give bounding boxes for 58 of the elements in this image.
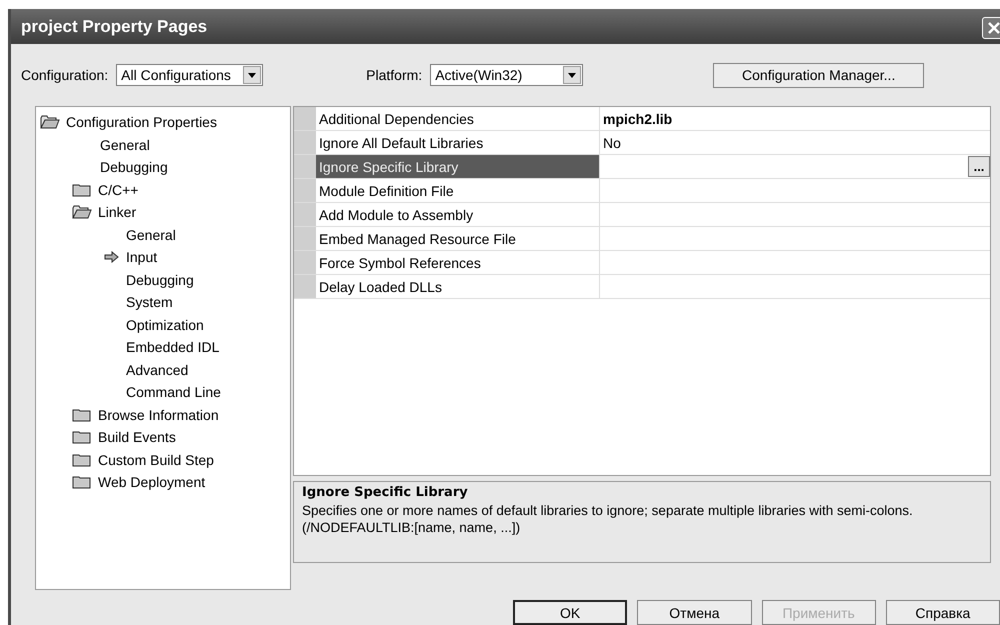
dialog-button[interactable]: OK bbox=[513, 600, 628, 625]
platform-label: Platform: bbox=[366, 67, 422, 83]
row-header[interactable] bbox=[294, 275, 316, 298]
row-header[interactable] bbox=[294, 251, 316, 274]
row-header[interactable] bbox=[294, 155, 316, 178]
tree-item[interactable]: General bbox=[100, 136, 150, 153]
property-name[interactable]: Delay Loaded DLLs bbox=[316, 275, 600, 298]
row-header[interactable] bbox=[294, 203, 316, 226]
platform-dropdown[interactable]: Active(Win32) bbox=[430, 64, 584, 86]
dialog-button[interactable]: Отмена bbox=[637, 600, 752, 625]
tree-item[interactable]: Web Deployment bbox=[98, 474, 206, 490]
row-header[interactable] bbox=[294, 179, 316, 202]
property-name[interactable]: Embed Managed Resource File bbox=[316, 227, 600, 250]
row-header[interactable] bbox=[294, 131, 316, 154]
description-title: Ignore Specific Library bbox=[302, 485, 469, 500]
tree-item[interactable]: Debugging bbox=[100, 159, 168, 176]
tree-item[interactable]: System bbox=[126, 294, 173, 310]
window-title: project Property Pages bbox=[21, 16, 208, 36]
tree-item[interactable]: Browse Information bbox=[98, 406, 219, 423]
folder-icon bbox=[72, 452, 92, 467]
folder-icon bbox=[72, 475, 92, 490]
folder-icon bbox=[72, 182, 92, 197]
browse-button[interactable]: ... bbox=[968, 156, 990, 177]
tree-item[interactable]: C/C++ bbox=[98, 182, 138, 198]
row-header[interactable] bbox=[294, 227, 316, 250]
tree-item[interactable]: Build Events bbox=[98, 429, 176, 446]
tree-item[interactable]: Optimization bbox=[126, 316, 204, 333]
dropdown-arrow-icon bbox=[568, 72, 576, 78]
tree-item[interactable]: Configuration Properties bbox=[66, 114, 217, 130]
tree-item[interactable]: Custom Build Step bbox=[98, 452, 214, 468]
property-name[interactable]: Ignore All Default Libraries bbox=[316, 131, 600, 154]
dropdown-arrow-icon bbox=[248, 72, 256, 78]
row-header[interactable] bbox=[294, 107, 316, 130]
configuration-dropdown[interactable]: All Configurations bbox=[116, 64, 264, 86]
tree-item[interactable]: Command Line bbox=[126, 384, 221, 400]
tree-item[interactable]: Embedded IDL bbox=[126, 339, 220, 356]
open-folder-icon bbox=[72, 205, 92, 220]
tree-item[interactable]: General bbox=[126, 226, 176, 243]
folder-icon bbox=[72, 408, 92, 422]
open-folder-icon bbox=[40, 115, 60, 130]
property-name[interactable]: Ignore Specific Library bbox=[316, 155, 600, 178]
configuration-label: Configuration: bbox=[21, 67, 108, 83]
property-value: No bbox=[603, 134, 621, 150]
property-name[interactable]: Module Definition File bbox=[316, 179, 600, 202]
property-value: mpich2.lib bbox=[603, 110, 672, 126]
configuration-manager-button[interactable]: Configuration Manager... bbox=[713, 62, 924, 88]
folder-icon bbox=[72, 430, 92, 444]
dialog-button[interactable]: Справка bbox=[886, 600, 1000, 625]
tree-item[interactable]: Input bbox=[126, 249, 158, 266]
tree-item[interactable]: Linker bbox=[98, 204, 136, 220]
tree-item[interactable]: Debugging bbox=[126, 272, 194, 288]
description-text: Specifies one or more names of default libraries to ignore; separate multiple libraries with semi-colons. (/NODEFAULTLIB:[name, name, ...]) bbox=[302, 502, 914, 536]
property-name[interactable]: Additional Dependencies bbox=[316, 107, 600, 130]
tree-item[interactable]: Advanced bbox=[126, 362, 188, 378]
property-name[interactable]: Add Module to Assembly bbox=[316, 203, 600, 226]
close-button[interactable] bbox=[982, 17, 1000, 39]
property-name[interactable]: Force Symbol References bbox=[316, 251, 600, 274]
close-icon bbox=[987, 21, 1000, 35]
